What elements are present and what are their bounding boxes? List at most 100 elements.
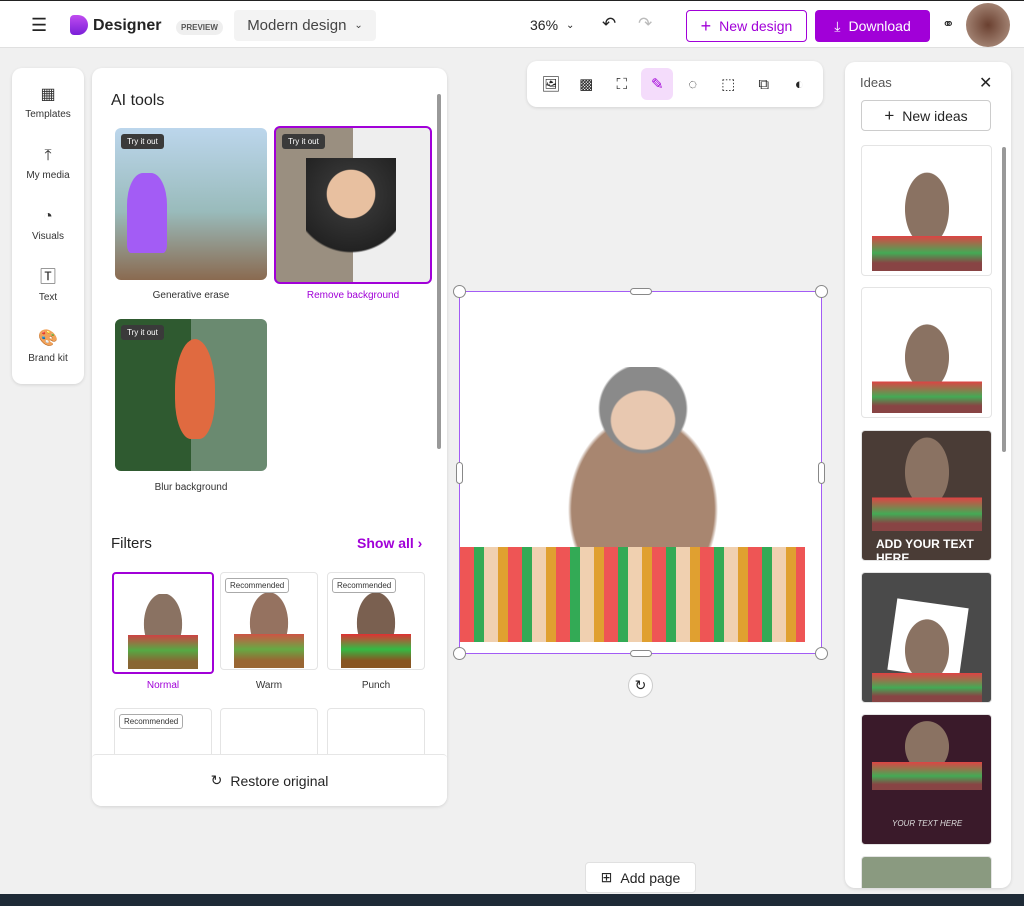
erase-mask — [127, 173, 167, 253]
design-name-dropdown[interactable]: Modern design ⌄ — [234, 10, 376, 41]
zoom-level: 36% — [530, 17, 559, 33]
new-ideas-button[interactable]: + New ideas — [861, 100, 991, 131]
filter-normal[interactable] — [112, 572, 214, 674]
idea-card[interactable] — [861, 145, 992, 276]
show-all-label: Show all — [357, 535, 414, 551]
resize-handle[interactable] — [453, 285, 466, 298]
idea-card[interactable] — [861, 572, 992, 703]
rotate-icon[interactable]: ↻ — [628, 673, 653, 698]
replace-background-icon[interactable]: ⧉ — [748, 68, 780, 100]
recommended-tag: Recommended — [119, 714, 184, 729]
rail-label: Visuals — [31, 231, 65, 242]
try-it-out-tag: Try it out — [121, 134, 164, 149]
person-figure — [568, 367, 718, 557]
filter-warm[interactable]: Recommended — [220, 572, 318, 670]
rail-label: Brand kit — [28, 353, 68, 364]
resize-handle[interactable] — [630, 288, 652, 295]
children-photo — [306, 158, 396, 278]
canvas-image[interactable] — [453, 285, 828, 660]
generative-erase-card[interactable]: Try it out — [115, 128, 267, 280]
lasso-select-icon[interactable]: ◌ — [677, 68, 709, 100]
download-label: Download — [848, 18, 911, 34]
image-toolbar: 🖼 ▩ ⛶ ✎ ◌ ⬚ ⧉ ◐ — [527, 61, 823, 107]
show-all-link[interactable]: Show all › — [357, 535, 422, 551]
idea-card[interactable] — [861, 287, 992, 418]
plus-icon: + — [700, 15, 712, 36]
idea-preview — [871, 720, 982, 790]
tool-label: Generative erase — [152, 290, 230, 301]
app-name: Designer — [93, 17, 162, 34]
filter-label: Normal — [146, 680, 180, 691]
background-icon[interactable]: ▩ — [570, 68, 602, 100]
rail-brand-kit[interactable]: 🎨 Brand kit — [12, 317, 84, 378]
crop-icon[interactable]: ⛶ — [606, 68, 638, 100]
remove-background-card[interactable]: Try it out — [274, 126, 432, 284]
undo-icon[interactable]: ↶ — [602, 14, 616, 34]
menu-icon[interactable]: ☰ — [31, 15, 47, 36]
blur-background-card[interactable]: Try it out — [115, 319, 267, 471]
new-design-button[interactable]: + New design — [686, 10, 807, 42]
share-icon[interactable]: ⚭ — [942, 15, 955, 33]
rail-text[interactable]: 🅃 Text — [12, 256, 84, 317]
left-rail: ▦ Templates ⤒ My media ◔ Visuals 🅃 Text 🎨 Bra… — [12, 68, 84, 384]
resize-handle[interactable] — [453, 647, 466, 660]
bottles-table — [460, 547, 805, 642]
rail-label: My media — [26, 170, 70, 181]
avatar[interactable] — [966, 3, 1010, 47]
scrollbar[interactable] — [1002, 147, 1006, 452]
idea-preview — [871, 171, 982, 271]
rail-label: Text — [38, 292, 58, 303]
tool-label: Blur background — [154, 482, 228, 493]
resize-handle[interactable] — [456, 462, 463, 484]
ai-tools-heading: AI tools — [111, 92, 165, 109]
filter-preview — [234, 593, 304, 668]
idea-card[interactable]: ADD YOUR TEXT HERE — [861, 430, 992, 561]
recommended-tag: Recommended — [332, 578, 397, 593]
rail-templates[interactable]: ▦ Templates — [12, 73, 84, 134]
filter-punch[interactable]: Recommended — [327, 572, 425, 670]
idea-text: ADD YOUR TEXT HERE — [876, 537, 974, 561]
download-icon: ⤓ — [834, 17, 841, 34]
zoom-dropdown[interactable]: 36% ⌄ — [530, 13, 574, 37]
resize-handle[interactable] — [630, 650, 652, 657]
filters-heading: Filters — [111, 535, 152, 552]
tools-panel: AI tools Try it out Generative erase Try… — [92, 68, 447, 806]
add-page-button[interactable]: ⊞ Add page — [585, 862, 696, 893]
rail-my-media[interactable]: ⤒ My media — [12, 134, 84, 195]
recommended-tag: Recommended — [225, 578, 290, 593]
rail-visuals[interactable]: ◔ Visuals — [12, 195, 84, 256]
try-it-out-tag: Try it out — [121, 325, 164, 340]
resize-handle[interactable] — [815, 285, 828, 298]
filter-label: Punch — [361, 680, 391, 691]
text-icon: 🅃 — [39, 269, 56, 286]
add-page-icon: ⊞ — [600, 869, 613, 885]
idea-preview — [871, 436, 982, 531]
top-bar: ☰ Designer PREVIEW Modern design ⌄ 36% ⌄ ↶… — [0, 0, 1024, 48]
resize-handle[interactable] — [818, 462, 825, 484]
frame-icon[interactable]: ⬚ — [712, 68, 744, 100]
effects-icon[interactable]: ✎ — [641, 68, 674, 100]
taskbar-strip — [0, 894, 1024, 906]
idea-preview — [871, 618, 982, 702]
idea-text: YOUR TEXT HERE — [892, 819, 963, 828]
close-icon[interactable]: ✕ — [979, 73, 992, 93]
tool-label-selected: Remove background — [306, 290, 400, 301]
resize-handle[interactable] — [815, 647, 828, 660]
restore-icon: ↻ — [210, 772, 223, 788]
preview-badge: PREVIEW — [176, 20, 223, 35]
scrollbar[interactable] — [437, 94, 441, 449]
image-icon[interactable]: 🖼 — [535, 68, 567, 100]
flamingo — [175, 339, 215, 439]
chevron-down-icon: ⌄ — [566, 19, 575, 31]
idea-card[interactable]: YOUR TEXT HERE — [861, 714, 992, 845]
design-name: Modern design — [247, 17, 347, 34]
new-ideas-label: New ideas — [902, 107, 968, 124]
palette-icon: 🎨 — [38, 330, 58, 347]
filter-preview — [341, 593, 411, 668]
download-button[interactable]: ⤓ Download — [815, 10, 930, 42]
restore-original-button[interactable]: ↻ Restore original — [92, 754, 447, 806]
new-design-label: New design — [719, 18, 793, 34]
redo-icon[interactable]: ↷ — [638, 14, 652, 34]
idea-card[interactable] — [861, 856, 992, 888]
adjust-icon[interactable]: ◐ — [783, 68, 815, 100]
